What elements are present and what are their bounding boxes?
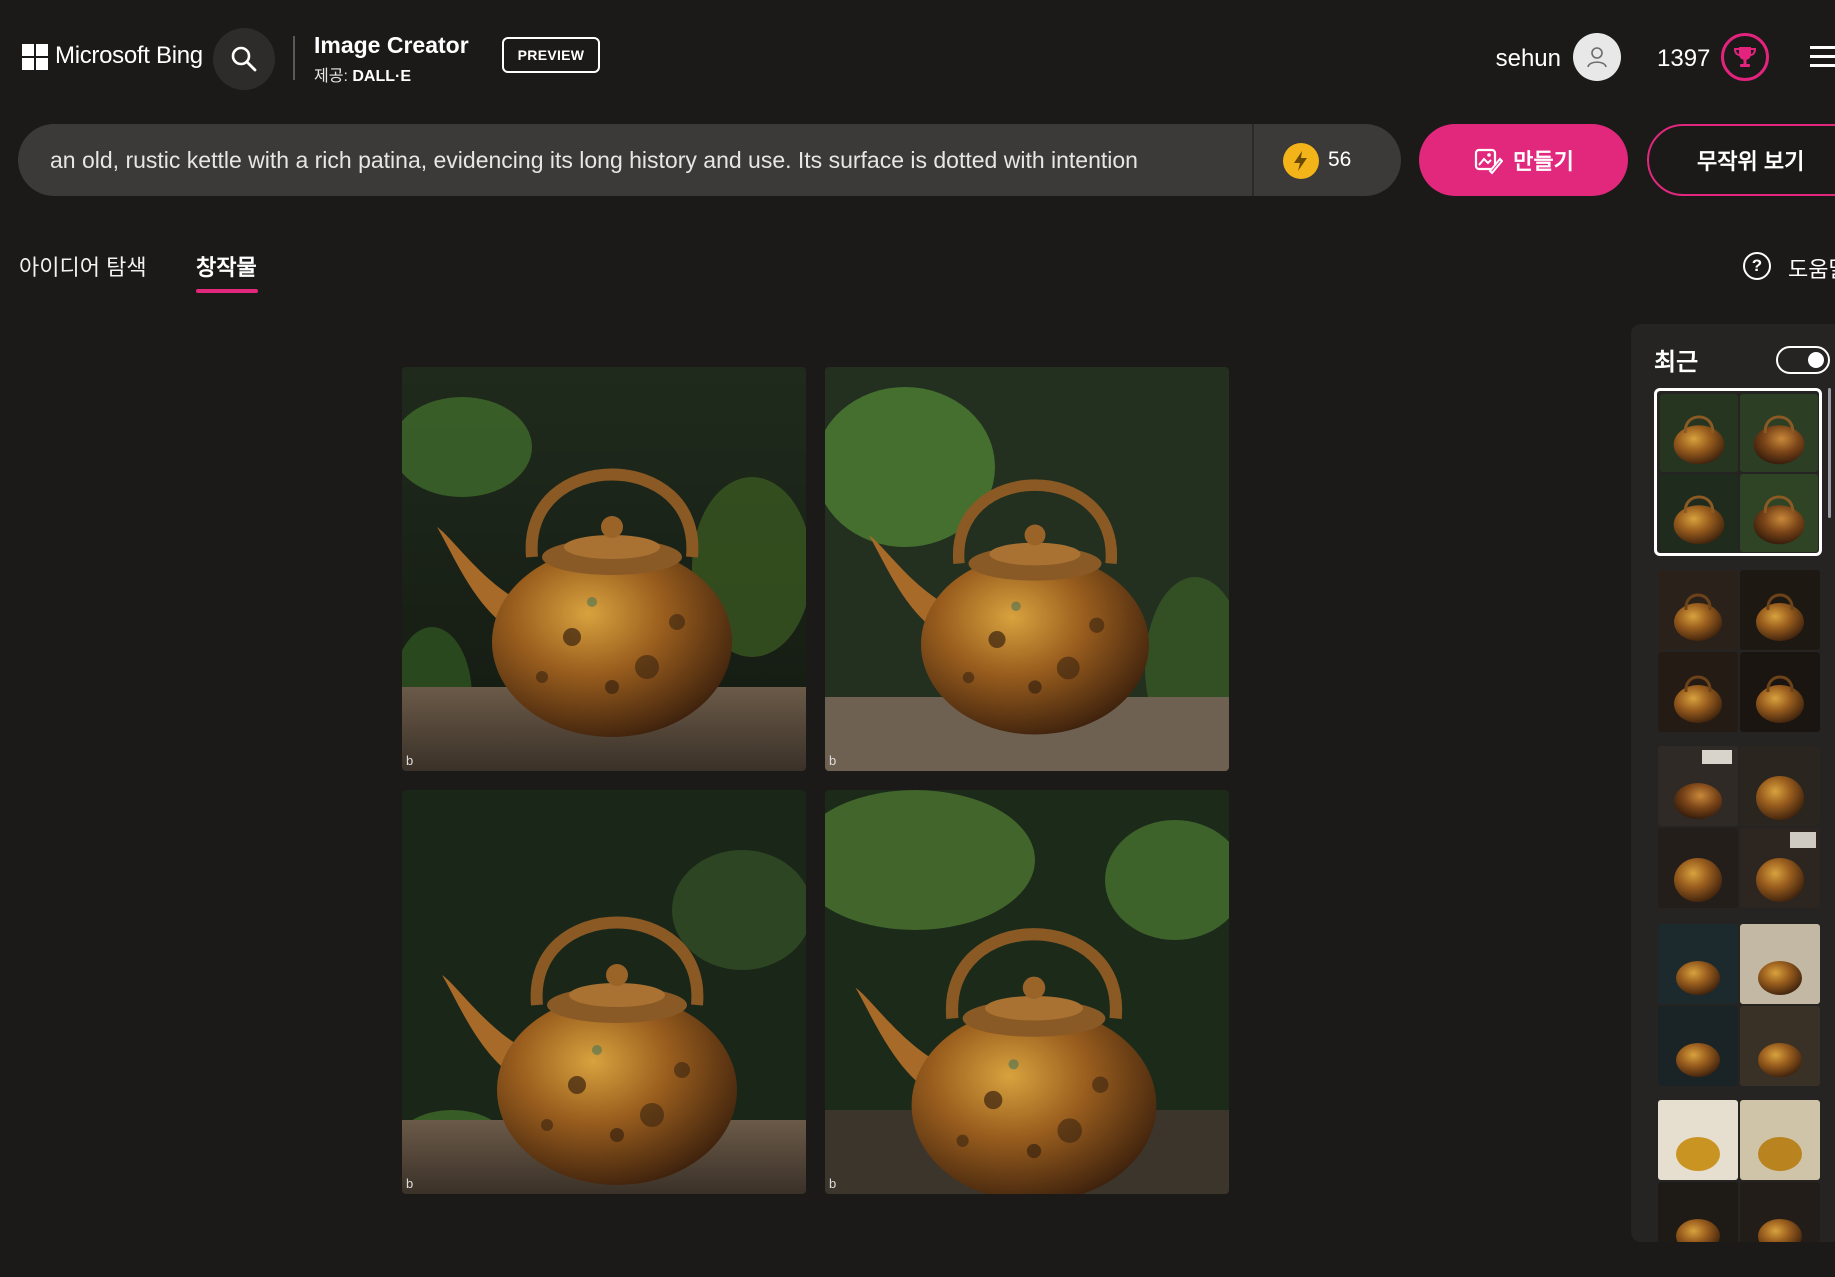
toggle-knob — [1808, 352, 1824, 368]
trophy-icon — [1733, 47, 1757, 67]
thumbnail — [1658, 924, 1738, 1004]
kettle-image — [402, 790, 806, 1194]
thumbnail — [1658, 1182, 1738, 1242]
thumbnail — [1660, 474, 1738, 552]
prompt-divider — [1252, 124, 1254, 196]
active-tab-indicator — [196, 289, 258, 293]
brand-name[interactable]: Microsoft Bing — [55, 42, 203, 70]
generated-image-4[interactable]: b — [825, 790, 1229, 1194]
recent-title: 최근 — [1654, 349, 1699, 376]
boost-icon[interactable] — [1283, 143, 1319, 179]
create-button[interactable]: 만들기 — [1419, 124, 1628, 196]
rewards-button[interactable] — [1721, 33, 1769, 81]
thumbnail — [1740, 652, 1820, 732]
username[interactable]: sehun — [1496, 45, 1561, 73]
thumbnail — [1658, 828, 1738, 908]
recent-set-3[interactable] — [1658, 746, 1820, 909]
thumbnail — [1658, 1006, 1738, 1086]
thumbnail — [1658, 652, 1738, 732]
image-create-icon — [1475, 148, 1504, 175]
generated-image-3[interactable]: b — [402, 790, 806, 1194]
user-icon — [1587, 47, 1607, 68]
recent-toggle[interactable] — [1776, 346, 1830, 374]
generated-image-2[interactable]: b — [825, 367, 1229, 771]
thumbnail — [1740, 1182, 1820, 1242]
kettle-image — [825, 367, 1229, 771]
thumbnail — [1740, 474, 1818, 552]
help-icon[interactable]: ? — [1743, 252, 1771, 280]
thumbnail — [1658, 1100, 1738, 1180]
app-subtitle: 제공: DALL·E — [314, 62, 411, 86]
prompt-input[interactable] — [50, 124, 1200, 196]
menu-icon[interactable] — [1810, 44, 1835, 70]
watermark: b — [406, 1176, 414, 1191]
avatar[interactable] — [1573, 33, 1621, 81]
thumbnail — [1740, 570, 1820, 650]
kettle-image — [825, 790, 1229, 1194]
recent-set-2[interactable] — [1658, 570, 1820, 733]
thumbnail — [1740, 1100, 1820, 1180]
thumbnail — [1658, 746, 1738, 826]
watermark: b — [829, 1176, 837, 1191]
surprise-me-button[interactable]: 무작위 보기 — [1647, 124, 1835, 196]
create-button-label: 만들기 — [1513, 149, 1574, 174]
preview-badge: PREVIEW — [502, 37, 600, 73]
recent-panel: 최근 — [1631, 324, 1835, 1242]
tab-explore[interactable]: 아이디어 탐색 — [19, 250, 147, 282]
thumbnail — [1740, 394, 1818, 472]
lightning-icon — [1294, 151, 1307, 171]
scrollbar[interactable] — [1828, 388, 1831, 518]
help-label[interactable]: 도움말 — [1788, 252, 1835, 284]
thumbnail — [1660, 394, 1738, 472]
thumbnail — [1740, 1006, 1820, 1086]
watermark: b — [406, 753, 414, 768]
prompt-bar: 56 — [18, 124, 1401, 196]
recent-set-1[interactable] — [1654, 388, 1822, 556]
watermark: b — [829, 753, 837, 768]
app-subtitle-model: DALL·E — [352, 68, 411, 85]
rewards-points[interactable]: 1397 — [1657, 45, 1710, 73]
recent-set-4[interactable] — [1658, 924, 1820, 1087]
header: Microsoft Bing Image Creator 제공: DALL·E … — [0, 0, 1835, 116]
recent-set-5[interactable] — [1658, 1100, 1820, 1242]
kettle-image — [402, 367, 806, 771]
microsoft-logo-icon[interactable] — [22, 44, 48, 70]
tab-creations[interactable]: 창작물 — [196, 250, 257, 282]
app-title[interactable]: Image Creator — [314, 32, 469, 59]
boost-count: 56 — [1328, 148, 1352, 171]
search-icon — [231, 46, 257, 72]
generated-image-1[interactable]: b — [402, 367, 806, 771]
thumbnail — [1658, 570, 1738, 650]
thumbnail — [1740, 924, 1820, 1004]
search-button[interactable] — [213, 28, 275, 90]
surprise-me-label: 무작위 보기 — [1697, 149, 1805, 174]
thumbnail — [1740, 746, 1820, 826]
app-subtitle-prefix: 제공: — [314, 68, 353, 85]
header-divider — [293, 36, 295, 80]
thumbnail — [1740, 828, 1820, 908]
